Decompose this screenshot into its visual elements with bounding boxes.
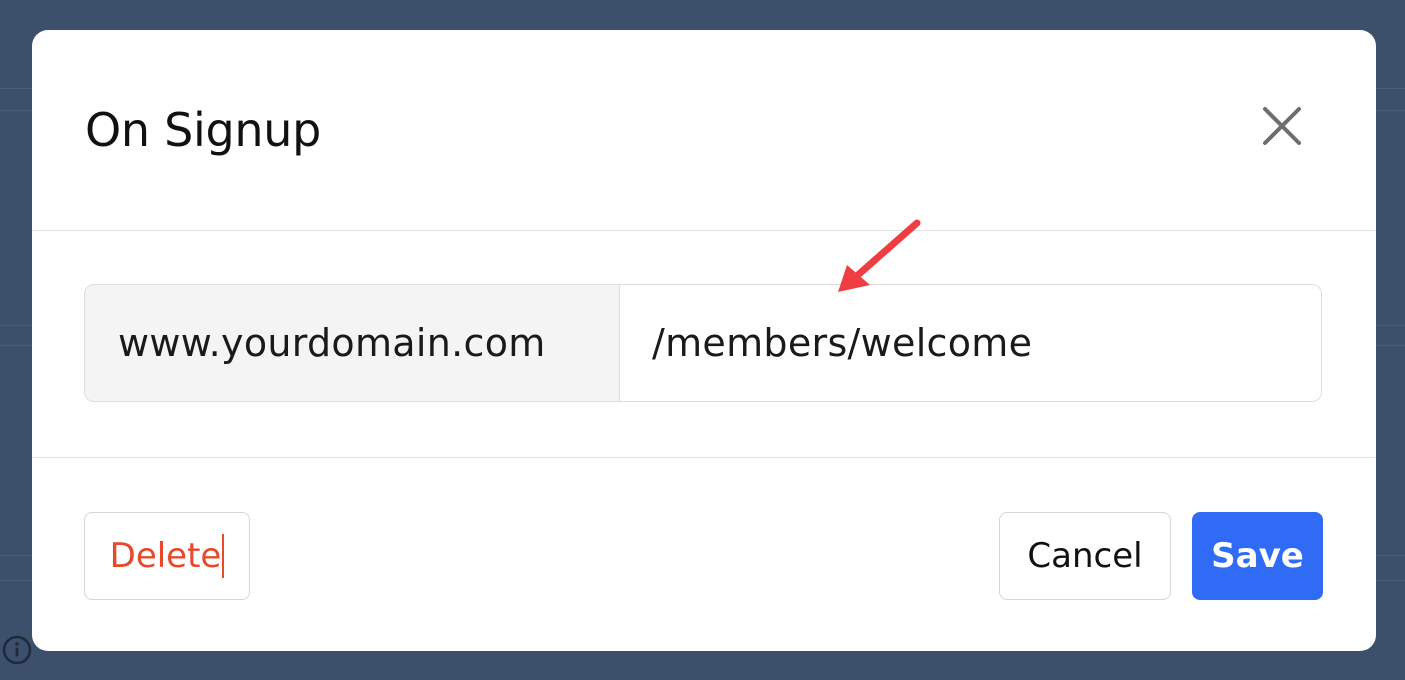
dialog-title: On Signup bbox=[85, 103, 321, 157]
redirect-url-field: www.yourdomain.com bbox=[84, 284, 1322, 402]
dialog-footer: Delete Cancel Save bbox=[32, 457, 1376, 651]
dialog-header: On Signup bbox=[32, 30, 1376, 231]
redirect-path-input[interactable] bbox=[620, 285, 1321, 401]
close-icon bbox=[1263, 107, 1301, 145]
red-arrow-icon bbox=[838, 219, 921, 292]
save-button[interactable]: Save bbox=[1192, 512, 1323, 600]
cancel-button[interactable]: Cancel bbox=[999, 512, 1171, 600]
on-signup-dialog: On Signup www.yourdomain.com Delete Canc… bbox=[32, 30, 1376, 651]
domain-prefix: www.yourdomain.com bbox=[85, 285, 620, 401]
delete-button[interactable]: Delete bbox=[84, 512, 250, 600]
text-cursor bbox=[222, 534, 225, 578]
info-icon[interactable] bbox=[2, 635, 32, 665]
delete-button-label: Delete bbox=[109, 536, 222, 576]
close-button[interactable] bbox=[1254, 98, 1310, 154]
